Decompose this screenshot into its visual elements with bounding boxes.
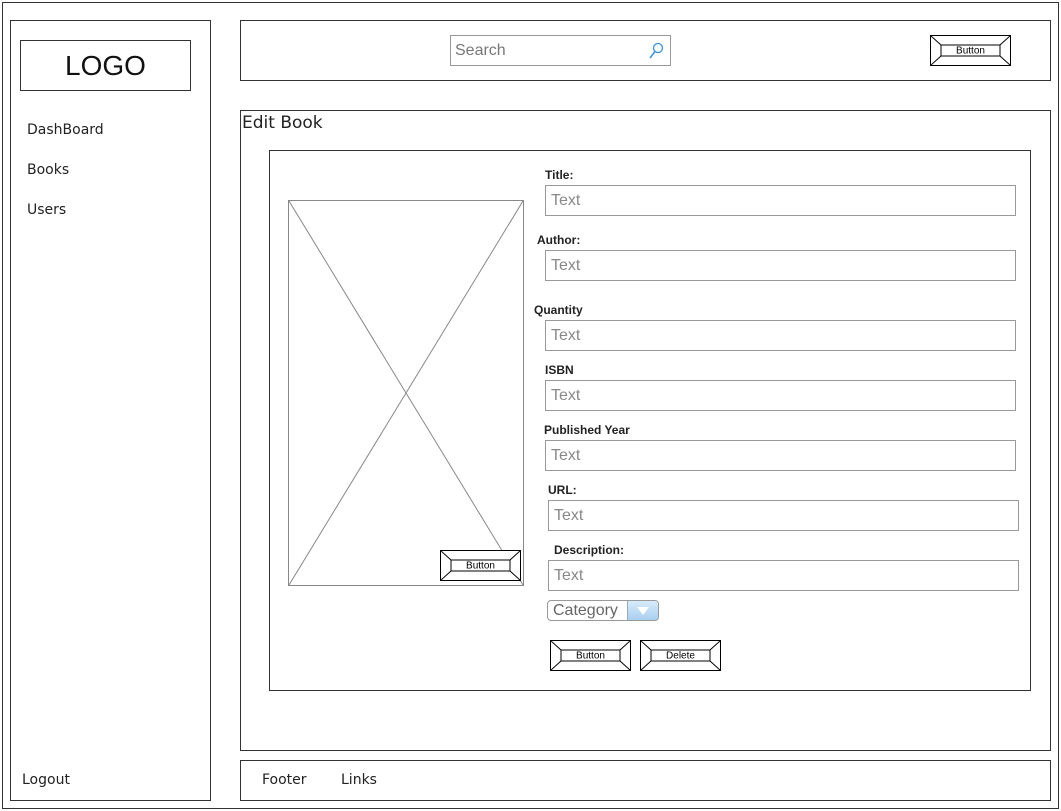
book-cover-image xyxy=(288,200,524,586)
page-title: Edit Book xyxy=(242,113,323,133)
logo: LOGO xyxy=(20,40,191,91)
header-button[interactable]: Button xyxy=(930,35,1011,66)
quantity-input[interactable] xyxy=(551,326,997,346)
delete-button-label: Delete xyxy=(666,650,695,661)
sidebar-item-books[interactable]: Books xyxy=(27,162,69,178)
author-input[interactable] xyxy=(551,256,997,276)
description-field[interactable] xyxy=(548,560,1019,591)
category-select-label: Category xyxy=(553,602,618,619)
quantity-label: Quantity xyxy=(534,303,583,317)
header-button-label: Button xyxy=(956,45,985,56)
category-select[interactable]: Category xyxy=(547,600,659,621)
published-year-input[interactable] xyxy=(551,446,997,466)
description-label: Description: xyxy=(554,543,625,557)
isbn-field[interactable] xyxy=(545,380,1016,411)
url-input[interactable] xyxy=(554,506,1000,526)
title-input[interactable] xyxy=(551,191,997,211)
title-field[interactable] xyxy=(545,185,1016,216)
search-input[interactable] xyxy=(455,41,645,61)
upload-image-button-label: Button xyxy=(466,560,495,571)
search-icon[interactable] xyxy=(648,42,664,60)
isbn-input[interactable] xyxy=(551,386,997,406)
title-label: Title: xyxy=(545,168,574,182)
search-box[interactable] xyxy=(450,35,671,66)
isbn-label: ISBN xyxy=(545,363,574,377)
author-field[interactable] xyxy=(545,250,1016,281)
description-input[interactable] xyxy=(554,566,1000,586)
delete-button[interactable]: Delete xyxy=(640,640,721,671)
footer-link-links[interactable]: Links xyxy=(341,772,377,788)
footer-link-footer[interactable]: Footer xyxy=(262,772,307,788)
sidebar-item-dashboard[interactable]: DashBoard xyxy=(27,122,104,138)
published-year-label: Published Year xyxy=(544,423,630,437)
sidebar-item-users[interactable]: Users xyxy=(27,202,66,218)
upload-image-button[interactable]: Button xyxy=(440,550,521,581)
url-label: URL: xyxy=(548,483,577,497)
url-field[interactable] xyxy=(548,500,1019,531)
published-year-field[interactable] xyxy=(545,440,1016,471)
logout-link[interactable]: Logout xyxy=(22,772,70,788)
quantity-field[interactable] xyxy=(545,320,1016,351)
save-button[interactable]: Button xyxy=(550,640,631,671)
image-placeholder-icon xyxy=(289,201,523,585)
chevron-down-icon[interactable] xyxy=(627,601,658,620)
author-label: Author: xyxy=(537,233,581,247)
save-button-label: Button xyxy=(576,650,605,661)
